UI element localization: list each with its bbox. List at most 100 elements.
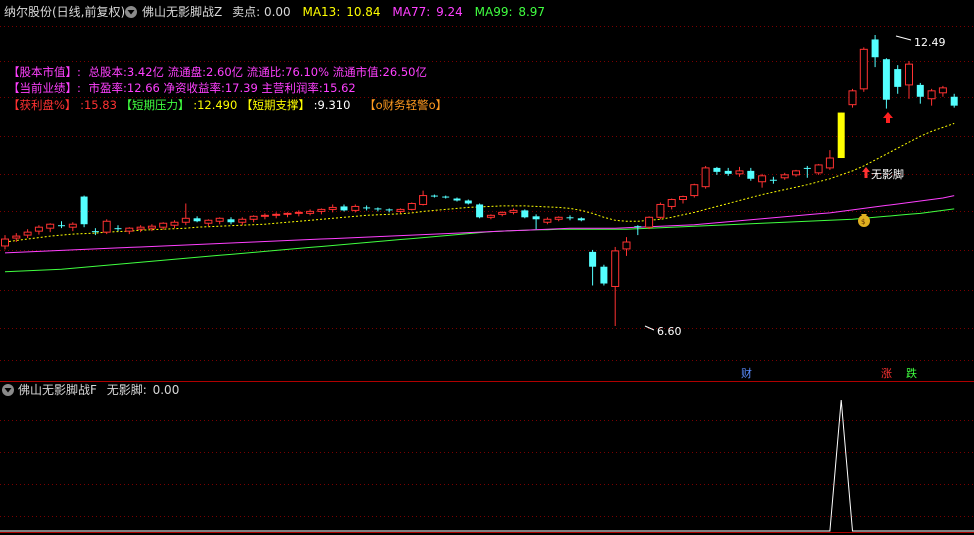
candle-body xyxy=(611,250,620,287)
candle-body xyxy=(476,204,484,218)
candle-body xyxy=(125,227,134,232)
collapse-icon[interactable] xyxy=(125,6,137,18)
candle-body xyxy=(351,205,360,211)
candle[interactable] xyxy=(859,47,868,92)
svg-text:$: $ xyxy=(861,218,865,226)
candle[interactable] xyxy=(656,202,665,220)
indicator-name: 佛山无影脚战Z xyxy=(142,4,222,19)
candle-body xyxy=(521,210,529,218)
info-line-capital-tag: 【股本市值】: xyxy=(8,65,81,79)
finance-event-marker[interactable]: 财 xyxy=(741,366,752,380)
candle-body xyxy=(249,215,258,220)
candle-body xyxy=(769,179,777,181)
candle-body xyxy=(667,199,676,207)
candle-body xyxy=(905,63,913,86)
candle-body xyxy=(430,195,438,197)
candle-body xyxy=(170,221,179,226)
candle-body xyxy=(498,211,507,215)
candle[interactable] xyxy=(690,183,699,198)
main-header: 纳尔股份(日线,前复权) xyxy=(4,4,125,19)
high-label: 12.49 xyxy=(914,36,946,49)
candle-body xyxy=(317,208,326,212)
ma99-value: 8.97 xyxy=(518,5,545,19)
candle-body xyxy=(814,164,823,174)
candle-body xyxy=(464,200,472,204)
candle-body xyxy=(634,226,642,228)
candle[interactable] xyxy=(600,264,608,286)
candle-body xyxy=(916,84,924,97)
candle-body xyxy=(950,96,958,106)
candle-body xyxy=(68,223,77,228)
candle-body xyxy=(58,225,65,227)
candle-body xyxy=(894,69,902,87)
candle[interactable] xyxy=(814,163,823,175)
info-line-levels: 【获利盘%】 :15.83 【短期压力】 :12.490 【短期支撑】 :9.3… xyxy=(8,98,447,112)
candle-body xyxy=(837,112,845,159)
candle[interactable] xyxy=(102,219,111,235)
candle-body xyxy=(825,157,834,169)
candle-body xyxy=(577,218,585,221)
candle-body xyxy=(486,214,495,218)
candle-body xyxy=(792,170,800,176)
sub-indicator-name: 佛山无影脚战F xyxy=(18,382,97,397)
candle[interactable] xyxy=(645,216,654,230)
candle[interactable] xyxy=(701,165,710,189)
candle-body xyxy=(442,196,450,198)
pressure-value: :12.490 xyxy=(193,98,237,112)
info-line-performance: 【当前业绩】: 市盈率:12.66 净资收益率:17.39 主营利润率:15.6… xyxy=(8,81,356,95)
candle-body xyxy=(363,207,371,209)
candle[interactable] xyxy=(80,195,88,228)
candle-body xyxy=(747,170,755,179)
candle-body xyxy=(80,196,88,225)
candle-body xyxy=(724,170,732,174)
candle-body xyxy=(193,218,201,222)
info-line-performance-tag: 【当前业绩】: xyxy=(8,81,81,95)
ma99-label: MA99: xyxy=(475,5,513,19)
candle[interactable] xyxy=(837,112,845,159)
candle-body xyxy=(136,226,145,230)
fall-event-marker[interactable]: 跌 xyxy=(906,366,917,380)
candle-body xyxy=(374,208,382,210)
candle-body xyxy=(600,266,608,284)
candle[interactable] xyxy=(848,88,857,108)
candle-body xyxy=(1,238,9,247)
candle-body xyxy=(803,167,811,169)
candle-body xyxy=(328,206,337,210)
candle[interactable] xyxy=(407,202,416,211)
candle-body xyxy=(147,225,156,229)
candle-body xyxy=(260,214,269,217)
candle-body xyxy=(871,39,879,58)
candle-body xyxy=(690,184,699,197)
candle-body xyxy=(927,90,936,100)
rise-event-marker[interactable]: 涨 xyxy=(881,367,892,380)
candle[interactable] xyxy=(476,203,484,219)
indicator-header: 佛山无影脚战Z 卖点: 0.00 MA13: 10.84 MA77: 9.24 … xyxy=(142,4,545,19)
candle-body xyxy=(181,217,190,223)
candle-body xyxy=(238,218,247,223)
ma77-label: MA77: xyxy=(392,5,430,19)
finance-warning: 【o财务轻警o】 xyxy=(364,98,447,112)
candle-body xyxy=(701,167,710,188)
support-tag: 【短期支撑】 xyxy=(241,98,310,112)
candle-body xyxy=(848,90,857,106)
signal-label: 无影脚 xyxy=(871,167,904,181)
candle-body xyxy=(407,202,416,210)
candle[interactable] xyxy=(521,209,529,219)
sub-value-label: 无影脚: xyxy=(107,382,147,397)
stock-chart-panel[interactable]: 纳尔股份(日线,前复权) 佛山无影脚战Z 卖点: 0.00 MA13: 10.8… xyxy=(0,0,974,535)
low-label: 6.60 xyxy=(657,325,682,338)
candle-body xyxy=(589,251,597,267)
candle-body xyxy=(645,216,654,228)
sub-value: 0.00 xyxy=(153,383,180,397)
candle-body xyxy=(283,212,292,215)
candle-body xyxy=(882,59,890,100)
sub-collapse-icon[interactable] xyxy=(2,384,14,396)
candle-body xyxy=(622,241,631,250)
candle-body xyxy=(735,170,744,175)
candle-body xyxy=(159,222,168,228)
sell-value: 0.00 xyxy=(264,5,291,19)
sell-label: 卖点: xyxy=(232,5,260,19)
candle-body xyxy=(656,203,665,218)
candle-body xyxy=(91,231,99,233)
candle-body xyxy=(543,218,552,223)
